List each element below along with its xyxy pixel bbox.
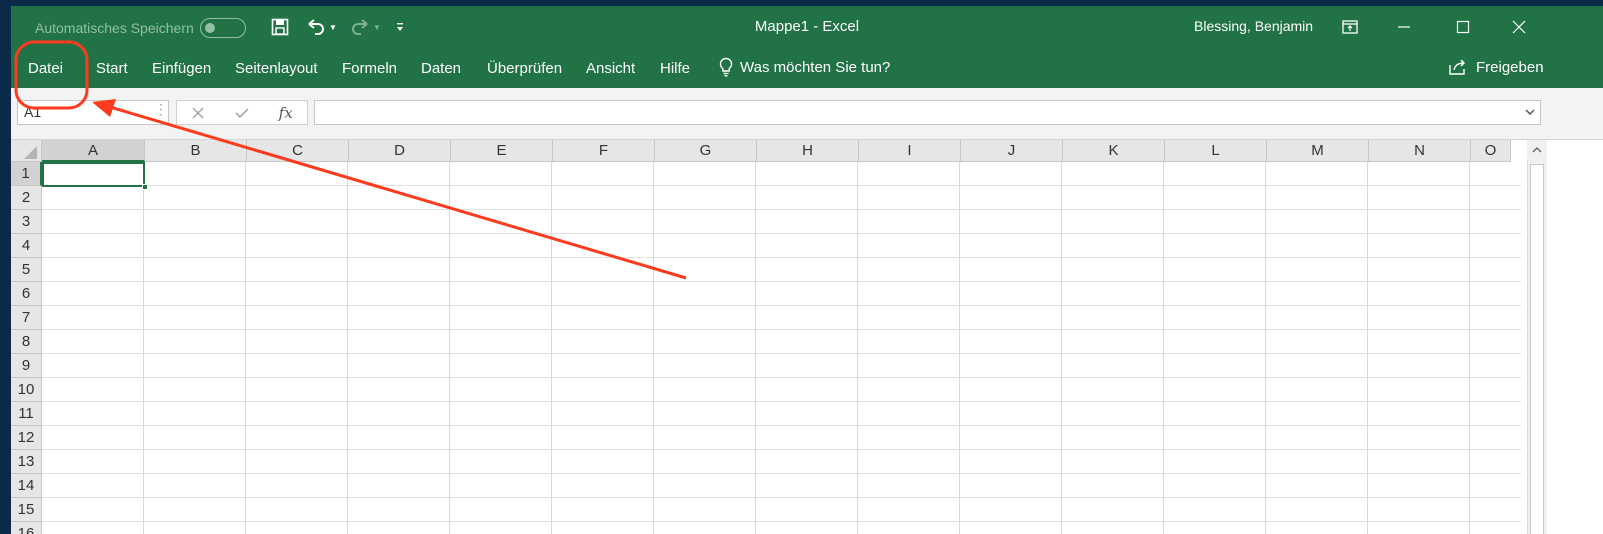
tab-formeln[interactable]: Formeln (342, 60, 397, 77)
share-icon (1449, 59, 1465, 75)
title-bar: Automatisches Speichern ▼ ▼ Mappe1 - Exc… (11, 6, 1603, 48)
row-header-13[interactable]: 13 (11, 450, 42, 474)
formula-input[interactable] (314, 100, 1541, 125)
maximize-icon (1456, 20, 1470, 34)
lightbulb-icon (719, 57, 733, 77)
tab-hilfe[interactable]: Hilfe (660, 60, 690, 77)
worksheet-grid[interactable]: ABCDEFGHIJKLMNO 1 2 3 4 5 6 7 8 9 10 11 12 13 14 15 16 (11, 140, 1521, 534)
active-cell[interactable] (42, 162, 145, 187)
scroll-thumb[interactable] (1530, 164, 1544, 534)
row-header-10[interactable]: 10 (11, 378, 42, 402)
column-header-g[interactable]: G (655, 140, 757, 162)
tab-start[interactable]: Start (96, 60, 128, 77)
tab-ansicht[interactable]: Ansicht (586, 60, 635, 77)
column-header-i[interactable]: I (859, 140, 961, 162)
tell-me-search[interactable]: Was möchten Sie tun? (718, 57, 890, 77)
share-button[interactable]: Freigeben (1448, 58, 1544, 76)
tab-daten[interactable]: Daten (421, 60, 461, 77)
maximize-button[interactable] (1450, 14, 1476, 40)
chevron-up-icon (1532, 147, 1542, 153)
scroll-up-button[interactable] (1527, 140, 1547, 160)
cancel-icon[interactable] (191, 106, 205, 120)
share-label: Freigeben (1476, 58, 1544, 76)
minimize-button[interactable] (1391, 14, 1417, 40)
tab-ueberpruefen[interactable]: Überprüfen (487, 60, 562, 77)
tab-datei[interactable]: Datei (28, 60, 63, 77)
fill-handle[interactable] (142, 184, 148, 190)
tab-seitenlayout[interactable]: Seitenlayout (235, 60, 318, 77)
user-name[interactable]: Blessing, Benjamin (1194, 18, 1313, 34)
formula-buttons: fx (176, 100, 308, 125)
column-header-o[interactable]: O (1471, 140, 1511, 162)
close-button[interactable] (1506, 14, 1532, 40)
ribbon-display-icon (1342, 20, 1358, 34)
column-header-k[interactable]: K (1063, 140, 1165, 162)
row-header-4[interactable]: 4 (11, 234, 42, 258)
cell-area[interactable] (42, 162, 1521, 534)
select-all-button[interactable] (11, 140, 42, 162)
row-header-2[interactable]: 2 (11, 186, 42, 210)
expand-formula-icon[interactable] (1524, 107, 1536, 117)
column-header-h[interactable]: H (757, 140, 859, 162)
row-header-5[interactable]: 5 (11, 258, 42, 282)
column-header-j[interactable]: J (961, 140, 1063, 162)
row-header-15[interactable]: 15 (11, 498, 42, 522)
minimize-icon (1398, 26, 1410, 28)
column-header-b[interactable]: B (145, 140, 247, 162)
close-icon (1512, 20, 1526, 34)
column-header-l[interactable]: L (1165, 140, 1267, 162)
row-header-1[interactable]: 1 (11, 162, 42, 186)
tab-einfuegen[interactable]: Einfügen (152, 60, 211, 77)
column-header-e[interactable]: E (451, 140, 553, 162)
name-box[interactable]: A1 (17, 100, 169, 125)
column-header-c[interactable]: C (247, 140, 349, 162)
row-header-14[interactable]: 14 (11, 474, 42, 498)
row-header-7[interactable]: 7 (11, 306, 42, 330)
column-header-f[interactable]: F (553, 140, 655, 162)
row-header-8[interactable]: 8 (11, 330, 42, 354)
row-header-3[interactable]: 3 (11, 210, 42, 234)
column-header-a[interactable]: A (42, 140, 145, 162)
row-header-11[interactable]: 11 (11, 402, 42, 426)
column-header-d[interactable]: D (349, 140, 451, 162)
insert-function-icon[interactable]: fx (279, 104, 293, 122)
ribbon-tabs: Datei Start Einfügen Seitenlayout Formel… (11, 48, 1603, 88)
window-title: Mappe1 - Excel (754, 18, 860, 35)
splitter-handle[interactable]: ⋮ (154, 101, 168, 118)
vertical-scrollbar[interactable] (1521, 140, 1603, 534)
tell-me-label: Was möchten Sie tun? (740, 58, 891, 76)
row-header-12[interactable]: 12 (11, 426, 42, 450)
column-header-n[interactable]: N (1369, 140, 1471, 162)
row-header-9[interactable]: 9 (11, 354, 42, 378)
ribbon-display-button[interactable] (1337, 14, 1363, 40)
excel-window: Automatisches Speichern ▼ ▼ Mappe1 - Exc… (11, 6, 1603, 534)
select-all-icon (24, 146, 37, 159)
formula-bar: A1 ⋮ fx (11, 88, 1603, 140)
column-header-m[interactable]: M (1267, 140, 1369, 162)
check-icon[interactable] (234, 106, 250, 120)
row-header-16[interactable]: 16 (11, 522, 42, 534)
row-header-6[interactable]: 6 (11, 282, 42, 306)
